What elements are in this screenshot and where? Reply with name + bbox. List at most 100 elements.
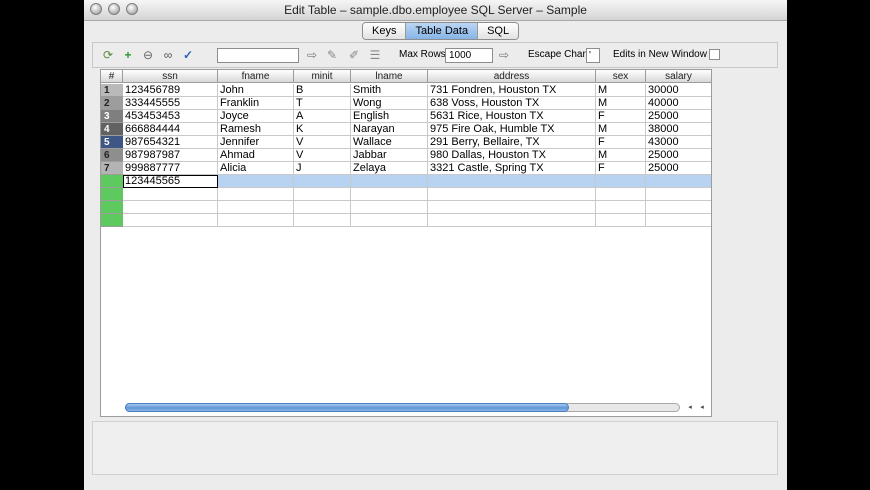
row-number-cell[interactable] (101, 188, 123, 201)
cell-ssn[interactable] (123, 188, 218, 201)
cell-minit[interactable]: A (294, 110, 351, 123)
cell-minit[interactable] (294, 175, 351, 188)
table-row[interactable]: 7 999887777 Alicia J Zelaya 3321 Castle, Spri… (101, 162, 711, 175)
cell-ssn[interactable]: 666884444 (123, 123, 218, 136)
delete-row-icon[interactable]: ⊖ (141, 48, 155, 62)
cell-salary[interactable] (646, 214, 711, 227)
horizontal-scrollbar[interactable]: ◂ ◂ ▸ (125, 401, 708, 413)
cell-lname[interactable]: Zelaya (351, 162, 428, 175)
table-row[interactable]: 1 123456789 John B Smith 731 Fondren, Houston… (101, 84, 711, 97)
cell-minit[interactable]: T (294, 97, 351, 110)
cell-sex[interactable] (596, 214, 646, 227)
cell-fname[interactable] (218, 214, 294, 227)
cell-fname[interactable]: John (218, 84, 294, 97)
find-icon[interactable]: ∞ (161, 48, 175, 62)
column-header-ssn[interactable]: ssn (123, 70, 218, 83)
empty-row[interactable] (101, 201, 711, 214)
cell-fname[interactable]: Alicia (218, 162, 294, 175)
cell-lname[interactable]: Smith (351, 84, 428, 97)
column-header-sex[interactable]: sex (596, 70, 646, 83)
cell-sex[interactable]: M (596, 84, 646, 97)
cell-fname[interactable]: Ahmad (218, 149, 294, 162)
cell-address[interactable]: 638 Voss, Houston TX (428, 97, 596, 110)
row-number-cell[interactable]: 2 (101, 97, 123, 110)
cell-address[interactable] (428, 175, 596, 188)
cell-ssn[interactable]: 333445555 (123, 97, 218, 110)
row-number-cell[interactable] (101, 214, 123, 227)
cell-ssn[interactable] (123, 214, 218, 227)
cell-fname[interactable] (218, 201, 294, 214)
cell-salary[interactable]: 38000 (646, 123, 711, 136)
cell-fname[interactable]: Jennifer (218, 136, 294, 149)
cell-salary[interactable]: 30000 (646, 84, 711, 97)
cell-fname[interactable] (218, 175, 294, 188)
cell-address[interactable] (428, 214, 596, 227)
tab-sql[interactable]: SQL (478, 23, 519, 39)
escape-char-input[interactable]: ' (586, 48, 600, 63)
cell-minit[interactable] (294, 188, 351, 201)
commit-check-icon[interactable]: ✓ (181, 48, 195, 62)
filter-icon[interactable]: ☰ (368, 48, 382, 62)
column-header-lname[interactable]: lname (351, 70, 428, 83)
cell-salary[interactable]: 25000 (646, 149, 711, 162)
table-row[interactable]: 2 333445555 Franklin T Wong 638 Voss, Houston… (101, 97, 711, 110)
cell-minit[interactable]: V (294, 149, 351, 162)
cell-minit[interactable]: J (294, 162, 351, 175)
scroll-extra-icon[interactable]: ◂ (685, 403, 695, 412)
table-row[interactable]: 5 987654321 Jennifer V Wallace 291 Berry, Bel… (101, 136, 711, 149)
cell-address[interactable]: 5631 Rice, Houston TX (428, 110, 596, 123)
cell-lname[interactable]: Wallace (351, 136, 428, 149)
cell-salary[interactable] (646, 188, 711, 201)
tab-keys[interactable]: Keys (363, 23, 407, 39)
cell-address[interactable]: 291 Berry, Bellaire, TX (428, 136, 596, 149)
cell-fname[interactable]: Ramesh (218, 123, 294, 136)
cell-minit[interactable]: B (294, 84, 351, 97)
cell-ssn[interactable]: 987987987 (123, 149, 218, 162)
cell-lname[interactable]: Jabbar (351, 149, 428, 162)
column-header-row-number[interactable]: # (101, 70, 123, 83)
cell-sex[interactable]: F (596, 110, 646, 123)
row-number-cell[interactable]: 5 (101, 136, 123, 149)
arrow-right-icon[interactable]: ⇨ (305, 48, 319, 62)
cell-salary[interactable] (646, 201, 711, 214)
scroll-right-icon[interactable]: ▸ (708, 403, 711, 412)
column-header-address[interactable]: address (428, 70, 596, 83)
row-number-cell[interactable]: 3 (101, 110, 123, 123)
scrollbar-thumb[interactable] (125, 403, 569, 412)
cell-fname[interactable] (218, 188, 294, 201)
cell-sex[interactable] (596, 188, 646, 201)
refresh-icon[interactable]: ⟳ (101, 48, 115, 62)
cell-ssn[interactable]: 999887777 (123, 162, 218, 175)
new-row-editing[interactable]: 123445565 (101, 175, 711, 188)
cell-ssn[interactable] (123, 201, 218, 214)
apply-max-rows-icon[interactable]: ⇨ (497, 48, 511, 62)
cell-address[interactable]: 975 Fire Oak, Humble TX (428, 123, 596, 136)
row-number-cell[interactable]: 6 (101, 149, 123, 162)
cell-ssn[interactable]: 123456789 (123, 84, 218, 97)
cell-minit[interactable] (294, 214, 351, 227)
cell-sex[interactable]: F (596, 162, 646, 175)
table-row[interactable]: 3 453453453 Joyce A English 5631 Rice, Housto… (101, 110, 711, 123)
cell-salary[interactable]: 25000 (646, 162, 711, 175)
cell-minit[interactable]: K (294, 123, 351, 136)
table-row[interactable]: 4 666884444 Ramesh K Narayan 975 Fire Oak, Hu… (101, 123, 711, 136)
row-number-cell[interactable]: 7 (101, 162, 123, 175)
ssn-edit-input[interactable]: 123445565 (123, 175, 218, 188)
cell-address[interactable]: 731 Fondren, Houston TX (428, 84, 596, 97)
cell-lname[interactable] (351, 201, 428, 214)
column-header-salary[interactable]: salary (646, 70, 711, 83)
cell-sex[interactable]: M (596, 97, 646, 110)
cell-lname[interactable]: English (351, 110, 428, 123)
max-rows-input[interactable]: 1000 (445, 48, 493, 63)
cell-address[interactable] (428, 188, 596, 201)
cell-lname[interactable] (351, 175, 428, 188)
cell-address[interactable]: 980 Dallas, Houston TX (428, 149, 596, 162)
table-row[interactable]: 6 987987987 Ahmad V Jabbar 980 Dallas, Housto… (101, 149, 711, 162)
cell-sex[interactable]: F (596, 136, 646, 149)
cell-ssn[interactable]: 987654321 (123, 136, 218, 149)
cell-lname[interactable] (351, 188, 428, 201)
edits-in-new-window-checkbox[interactable] (709, 49, 720, 60)
cell-salary[interactable] (646, 175, 711, 188)
column-header-minit[interactable]: minit (294, 70, 351, 83)
cell-lname[interactable]: Narayan (351, 123, 428, 136)
